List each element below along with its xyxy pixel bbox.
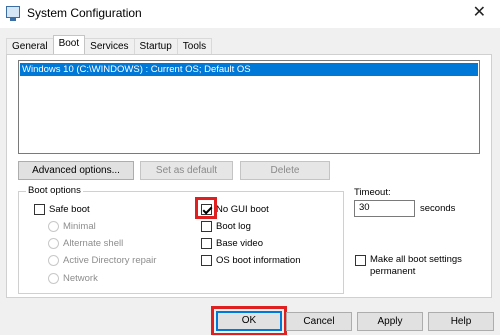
ok-button[interactable]: OK <box>216 311 282 331</box>
make-permanent-line2: permanent <box>370 266 416 277</box>
base-video-label: Base video <box>216 238 264 249</box>
os-boot-info-label: OS boot information <box>216 255 301 266</box>
network-label: Network <box>63 273 98 284</box>
msconfig-icon <box>6 6 20 21</box>
apply-button[interactable]: Apply <box>357 312 423 331</box>
no-gui-boot-checkbox[interactable] <box>201 204 212 215</box>
no-gui-boot-label: No GUI boot <box>216 204 269 215</box>
safe-boot-label: Safe boot <box>49 204 90 215</box>
base-video-checkbox[interactable] <box>201 238 212 249</box>
window-title: System Configuration <box>27 6 142 20</box>
make-permanent-line1: Make all boot settings <box>370 254 462 265</box>
timeout-input[interactable]: 30 <box>354 200 415 217</box>
ad-repair-label: Active Directory repair <box>63 255 157 266</box>
tab-strip: General Boot Services Startup Tools <box>6 35 213 54</box>
timeout-unit: seconds <box>420 203 456 214</box>
os-list-item[interactable]: Windows 10 (C:\WINDOWS) : Current OS; De… <box>20 63 478 76</box>
timeout-label: Timeout: <box>354 187 391 198</box>
advanced-options-button[interactable]: Advanced options... <box>18 161 134 180</box>
set-as-default-button[interactable]: Set as default <box>140 161 233 180</box>
title-bar: System Configuration ✕ <box>0 0 500 28</box>
make-permanent-label: Make all boot settings permanent <box>370 254 462 278</box>
alternate-shell-radio[interactable] <box>48 238 59 249</box>
minimal-row[interactable]: Minimal <box>48 221 96 232</box>
boot-log-label: Boot log <box>216 221 251 232</box>
ad-repair-radio[interactable] <box>48 255 59 266</box>
minimal-radio[interactable] <box>48 221 59 232</box>
alternate-shell-row[interactable]: Alternate shell <box>48 238 123 249</box>
dialog-body: General Boot Services Startup Tools Wind… <box>0 28 500 335</box>
tab-services[interactable]: Services <box>84 38 135 54</box>
os-boot-info-row[interactable]: OS boot information <box>201 255 301 266</box>
tab-general[interactable]: General <box>6 38 54 54</box>
os-boot-info-checkbox[interactable] <box>201 255 212 266</box>
network-row[interactable]: Network <box>48 273 98 284</box>
make-permanent-checkbox[interactable] <box>355 255 366 266</box>
tab-tools[interactable]: Tools <box>176 38 213 54</box>
os-list[interactable]: Windows 10 (C:\WINDOWS) : Current OS; De… <box>18 60 480 154</box>
tab-boot[interactable]: Boot <box>52 35 86 54</box>
delete-button[interactable]: Delete <box>240 161 330 180</box>
tab-startup[interactable]: Startup <box>133 38 178 54</box>
no-gui-boot-row[interactable]: No GUI boot <box>201 204 269 215</box>
ad-repair-row[interactable]: Active Directory repair <box>48 255 156 266</box>
boot-log-row[interactable]: Boot log <box>201 221 251 232</box>
safe-boot-checkbox[interactable] <box>34 204 45 215</box>
alternate-shell-label: Alternate shell <box>63 238 124 249</box>
help-button[interactable]: Help <box>428 312 494 331</box>
boot-options-title: Boot options <box>26 185 83 196</box>
close-icon[interactable]: ✕ <box>473 2 486 22</box>
network-radio[interactable] <box>48 273 59 284</box>
boot-panel: Windows 10 (C:\WINDOWS) : Current OS; De… <box>6 54 492 298</box>
safe-boot-row[interactable]: Safe boot <box>34 204 90 215</box>
minimal-label: Minimal <box>63 221 96 232</box>
base-video-row[interactable]: Base video <box>201 238 263 249</box>
boot-log-checkbox[interactable] <box>201 221 212 232</box>
cancel-button[interactable]: Cancel <box>286 312 352 331</box>
boot-options-group: Boot options Safe boot Minimal Alternate… <box>18 185 344 294</box>
make-permanent-row[interactable]: Make all boot settings permanent <box>355 254 462 278</box>
